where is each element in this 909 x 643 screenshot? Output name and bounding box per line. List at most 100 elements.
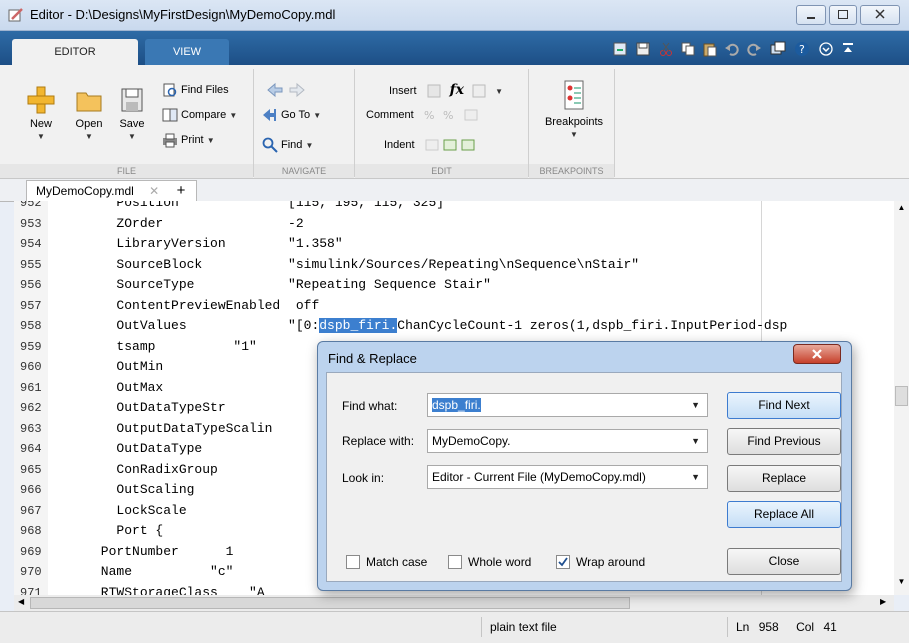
redo-icon[interactable]	[746, 41, 762, 57]
compare-button[interactable]: Compare ▼	[162, 106, 237, 124]
line-number: 968	[20, 524, 42, 538]
column-number: 41	[823, 620, 837, 634]
code-line: OutDataTypeStr	[54, 400, 226, 415]
line-number: 964	[20, 442, 42, 456]
go-to-button[interactable]: Go To ▼	[262, 106, 321, 124]
edit-section-label: EDIT	[355, 164, 528, 178]
cut-icon[interactable]	[658, 41, 674, 57]
chevron-down-icon[interactable]: ▼	[691, 394, 700, 416]
help-icon[interactable]: ?	[794, 41, 810, 57]
close-button[interactable]: Close	[727, 548, 841, 575]
whole-word-box[interactable]	[448, 554, 462, 569]
chevron-down-icon: ▼	[495, 87, 504, 96]
find-files-button[interactable]: Find Files	[162, 81, 229, 99]
code-line: SourceBlock "simulink/Sources/Repeating\…	[54, 256, 640, 272]
dialog-body: Find what: dspb_firi. ▼ Replace with: My…	[326, 372, 842, 582]
scroll-down-icon[interactable]: ▼	[895, 577, 908, 589]
line-number: 959	[20, 339, 42, 354]
replace-with-combobox[interactable]: MyDemoCopy. ▼	[427, 429, 708, 453]
line-label: Ln	[736, 620, 750, 634]
code-line: tsamp "1"	[54, 338, 257, 354]
window-close-button[interactable]	[860, 5, 900, 25]
chevron-down-icon[interactable]: ▼	[691, 430, 700, 452]
look-in-select[interactable]: Editor - Current File (MyDemoCopy.mdl) ▼	[427, 465, 708, 489]
save-icon[interactable]	[635, 41, 651, 57]
maximize-icon	[838, 10, 848, 19]
horizontal-scrollbar[interactable]: ◀ ▶	[14, 595, 894, 611]
code-line: Port {	[54, 523, 164, 538]
maximize-button[interactable]	[829, 5, 857, 25]
code-line: Name "c"	[54, 564, 234, 579]
checkmark-icon	[558, 557, 568, 567]
new-button[interactable]: New ▼	[26, 85, 56, 142]
find-next-button[interactable]: Find Next	[727, 392, 841, 419]
line-number: 956	[20, 278, 42, 292]
line-number: 967	[20, 503, 42, 518]
tab-editor[interactable]: EDITOR	[12, 39, 138, 65]
options-menu-icon[interactable]	[818, 41, 834, 57]
chevron-down-icon[interactable]: ▼	[691, 466, 700, 488]
save-button[interactable]: Save ▼	[115, 85, 149, 142]
indent-icons	[425, 139, 475, 151]
replace-button[interactable]: Replace	[727, 465, 841, 492]
svg-text:?: ?	[799, 43, 805, 56]
find-button[interactable]: Find ▼	[262, 136, 313, 154]
close-icon	[875, 9, 885, 19]
chevron-down-icon: ▼	[37, 132, 45, 141]
whole-word-checkbox[interactable]: Whole word	[448, 554, 531, 570]
line-number: 958	[758, 620, 779, 634]
svg-text:%: %	[443, 109, 453, 122]
insert-button[interactable]: Insert fx ▼	[389, 81, 503, 99]
copy-icon[interactable]	[680, 41, 696, 57]
title-bar: Editor - D:\Designs\MyFirstDesign\MyDemo…	[0, 0, 909, 31]
scroll-right-icon[interactable]: ▶	[880, 597, 886, 606]
breakpoints-button[interactable]: Breakpoints ▼	[538, 79, 610, 140]
vertical-scrollbar[interactable]: ▲ ▼	[894, 201, 909, 595]
match-case-checkbox[interactable]: Match case	[346, 554, 427, 570]
wrap-around-box[interactable]	[556, 554, 570, 569]
wrap-around-checkbox[interactable]: Wrap around	[556, 554, 645, 570]
close-icon	[812, 349, 822, 359]
section-divider	[354, 69, 355, 177]
dialog-close-button[interactable]	[793, 344, 841, 364]
code-text: OutValues "[0:	[54, 318, 320, 333]
new-script-icon[interactable]	[612, 41, 628, 57]
open-button[interactable]: Open ▼	[72, 85, 106, 142]
code-line: SourceType "Repeating Sequence Stair"	[54, 277, 491, 292]
magnifier-icon	[262, 137, 278, 153]
undo-icon[interactable]	[724, 41, 740, 57]
new-tab-button[interactable]: +	[177, 182, 186, 199]
replace-all-button[interactable]: Replace All	[727, 501, 841, 528]
find-replace-dialog: Find & Replace Find what: dspb_firi. ▼ R…	[317, 341, 852, 591]
find-what-combobox[interactable]: dspb_firi. ▼	[427, 393, 708, 417]
minimize-button[interactable]	[796, 5, 826, 25]
insert-function-icon[interactable]: fx	[450, 82, 464, 98]
whole-word-label: Whole word	[468, 555, 532, 569]
collapse-ribbon-icon[interactable]	[840, 41, 856, 57]
match-case-box[interactable]	[346, 554, 360, 569]
print-button[interactable]: Print ▼	[162, 131, 215, 149]
chevron-down-icon: ▼	[570, 130, 578, 139]
chevron-down-icon: ▼	[206, 136, 215, 145]
look-in-label: Look in:	[342, 471, 385, 485]
close-tab-icon[interactable]: ✕	[149, 184, 159, 198]
paste-icon[interactable]	[702, 41, 718, 57]
status-bar: plain text file Ln 958 Col 41	[0, 611, 909, 643]
scroll-up-icon[interactable]: ▲	[895, 203, 908, 215]
back-forward-buttons[interactable]	[266, 81, 309, 99]
comment-uncomment-wrap-icons: %%	[424, 109, 478, 122]
vertical-scroll-thumb[interactable]	[895, 386, 908, 406]
comment-button[interactable]: Comment %%	[366, 106, 486, 124]
indent-button[interactable]: Indent	[384, 136, 487, 154]
tab-view[interactable]: VIEW	[145, 39, 229, 65]
scroll-left-icon[interactable]: ◀	[18, 597, 24, 606]
switch-windows-icon[interactable]	[770, 41, 786, 57]
indent-label: Indent	[384, 139, 415, 151]
find-previous-button[interactable]: Find Previous	[727, 428, 841, 455]
editor-app-icon	[8, 8, 23, 22]
document-tab[interactable]: MyDemoCopy.mdl ✕ +	[26, 180, 197, 201]
line-number: 955	[20, 257, 42, 272]
horizontal-scroll-thumb[interactable]	[30, 597, 630, 609]
window-title: Editor - D:\Designs\MyFirstDesign\MyDemo…	[30, 7, 336, 22]
ribbon: New ▼ Open ▼ Save ▼ Find Files Compare ▼…	[0, 65, 909, 179]
